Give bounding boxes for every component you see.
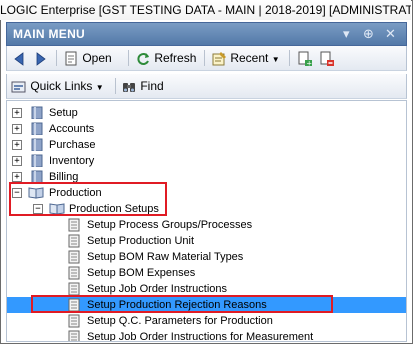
- open-button[interactable]: Open: [63, 48, 112, 68]
- delete-document-icon: [320, 51, 334, 66]
- expand-icon[interactable]: +: [12, 124, 22, 134]
- back-arrow-icon: [14, 52, 24, 66]
- tree-item-label: Setup Job Order Instructions: [87, 283, 228, 295]
- tree-item-label: Setup BOM Raw Material Types: [87, 251, 244, 263]
- folder-icon: [31, 154, 43, 167]
- tree-item-production-setups[interactable]: − Production Setups: [7, 201, 406, 217]
- open-book-icon: [49, 203, 65, 215]
- tree-item-label: Production Setups: [69, 203, 159, 215]
- quick-links-icon: [11, 81, 26, 93]
- tree-item-label: Setup: [49, 107, 78, 119]
- navigation-toolbar: Open Refresh Recent ▼ +: [6, 46, 407, 71]
- quick-links-label: Quick Links: [30, 79, 93, 93]
- expand-icon[interactable]: +: [12, 172, 22, 182]
- form-document-icon: [68, 218, 80, 232]
- expand-icon[interactable]: +: [12, 156, 22, 166]
- toolbar-separator: [128, 50, 129, 66]
- remove-favorite-button[interactable]: [319, 48, 335, 68]
- tree-item-accounts[interactable]: + Accounts: [7, 121, 406, 137]
- open-book-icon: [28, 187, 44, 199]
- tree-item-setup-production-rejection-reasons[interactable]: Setup Production Rejection Reasons: [7, 297, 406, 313]
- refresh-button[interactable]: Refresh: [135, 48, 196, 68]
- tree-item-label: Production: [49, 187, 102, 199]
- refresh-label: Refresh: [154, 51, 197, 65]
- tree-item-setup-bom-raw-material-types[interactable]: Setup BOM Raw Material Types: [7, 249, 406, 265]
- main-menu-header: MAIN MENU ▾ ⊕ ✕: [6, 22, 407, 46]
- search-toolbar: Quick Links ▼ Find: [6, 74, 407, 99]
- close-icon[interactable]: ✕: [385, 23, 396, 45]
- tree-item-setup[interactable]: + Setup: [7, 105, 406, 121]
- tree-item-setup-bom-expenses[interactable]: Setup BOM Expenses: [7, 265, 406, 281]
- toolbar-separator: [204, 50, 205, 66]
- collapse-icon[interactable]: −: [33, 204, 43, 214]
- folder-icon: [31, 138, 43, 151]
- tree-item-production[interactable]: − Production: [7, 185, 406, 201]
- tree-item-setup-production-unit[interactable]: Setup Production Unit: [7, 233, 406, 249]
- svg-text:+: +: [306, 59, 312, 66]
- expand-icon[interactable]: +: [12, 140, 22, 150]
- tree-item-label: Setup Production Rejection Reasons: [87, 299, 267, 311]
- form-document-icon: [68, 282, 80, 296]
- tree-item-label: Setup Process Groups/Processes: [87, 219, 253, 231]
- tree-item-label: Setup BOM Expenses: [87, 267, 196, 279]
- tree-item-setup-qc-parameters[interactable]: Setup Q.C. Parameters for Production: [7, 313, 406, 329]
- find-button[interactable]: Find: [121, 76, 164, 96]
- chevron-down-icon: ▼: [95, 83, 104, 92]
- tree-item-purchase[interactable]: + Purchase: [7, 137, 406, 153]
- add-document-icon: +: [298, 51, 312, 67]
- window-title: LOGIC Enterprise [GST TESTING DATA - MAI…: [0, 0, 411, 20]
- tree-item-label: Purchase: [49, 139, 96, 151]
- collapse-icon[interactable]: −: [12, 188, 22, 198]
- find-label: Find: [140, 79, 164, 93]
- tree-item-label: Inventory: [49, 155, 95, 167]
- recent-button[interactable]: Recent ▼: [211, 48, 280, 68]
- menu-tree: + Setup + Accounts + Purchase + Inventor…: [6, 100, 407, 342]
- form-document-icon: [68, 266, 80, 280]
- refresh-icon: [137, 52, 149, 65]
- quick-links-button[interactable]: Quick Links ▼: [11, 76, 104, 96]
- form-document-icon: [68, 298, 80, 312]
- form-document-icon: [68, 250, 80, 264]
- tree-item-label: Setup Q.C. Parameters for Production: [87, 315, 273, 327]
- tree-item-setup-job-order-instructions[interactable]: Setup Job Order Instructions: [7, 281, 406, 297]
- pin-icon[interactable]: ⊕: [363, 23, 374, 45]
- toolbar-separator: [289, 50, 290, 66]
- binoculars-icon: [123, 82, 135, 92]
- add-favorite-button[interactable]: +: [297, 48, 313, 68]
- toolbar-separator: [56, 50, 57, 66]
- tree-item-label: Accounts: [49, 123, 95, 135]
- chevron-down-icon: ▼: [271, 55, 280, 64]
- form-document-icon: [68, 330, 80, 341]
- toolbar-separator: [115, 78, 116, 94]
- recent-label: Recent: [230, 51, 269, 65]
- forward-button[interactable]: [35, 48, 47, 68]
- form-document-icon: [68, 234, 80, 248]
- tree-item-billing[interactable]: + Billing: [7, 169, 406, 185]
- tree-item-inventory[interactable]: + Inventory: [7, 153, 406, 169]
- form-document-icon: [68, 314, 80, 328]
- tree-item-label: Setup Production Unit: [87, 235, 195, 247]
- open-document-icon: [65, 51, 77, 66]
- folder-icon: [31, 106, 43, 119]
- expand-icon[interactable]: +: [12, 108, 22, 118]
- folder-icon: [31, 122, 43, 135]
- folder-icon: [31, 170, 43, 183]
- open-label: Open: [82, 51, 112, 65]
- tree-item-label: Setup Job Order Instructions for Measure…: [87, 331, 314, 342]
- tree-item-setup-job-order-instructions-measurement[interactable]: Setup Job Order Instructions for Measure…: [7, 329, 406, 342]
- back-button[interactable]: [13, 48, 25, 68]
- recent-notes-icon: [212, 51, 226, 66]
- forward-arrow-icon: [36, 52, 46, 66]
- main-menu-title: MAIN MENU: [13, 27, 86, 41]
- tree-item-label: Billing: [49, 171, 79, 183]
- dropdown-icon[interactable]: ▾: [343, 23, 350, 45]
- tree-item-setup-process-groups[interactable]: Setup Process Groups/Processes: [7, 217, 406, 233]
